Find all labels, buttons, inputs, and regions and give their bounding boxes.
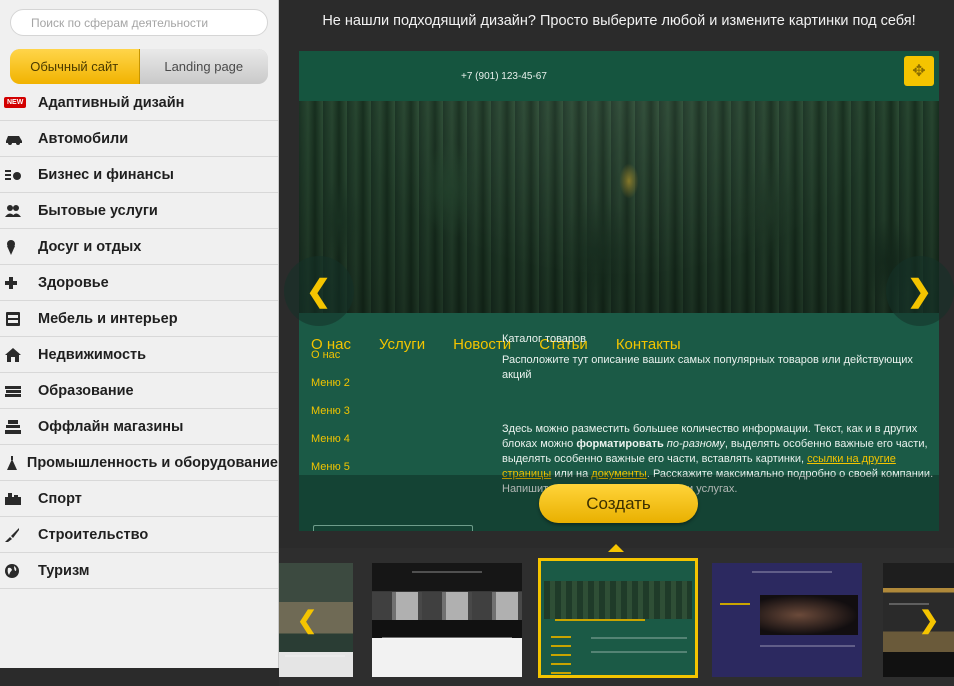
category-label: Промышленность и оборудование <box>26 454 278 471</box>
site-type-switch: Обычный сайт Landing page <box>10 49 268 84</box>
catalog-title: Каталог товаров <box>502 333 586 345</box>
create-button[interactable]: Создать <box>539 484 698 523</box>
house-icon <box>0 347 38 363</box>
thumb-text-line <box>720 603 750 605</box>
thumb-image <box>372 592 522 620</box>
factory-icon <box>0 455 27 471</box>
category-label: Бытовые услуги <box>38 202 158 219</box>
category-label: Спорт <box>38 490 82 507</box>
category-sidebar: Обычный сайт Landing page NEW Адаптивный… <box>0 0 279 668</box>
category-label: Адаптивный дизайн <box>38 94 185 111</box>
ice-cream-icon <box>0 239 38 255</box>
books-icon <box>0 384 38 398</box>
landing-page-tab[interactable]: Landing page <box>139 49 268 84</box>
new-badge-icon: NEW <box>0 97 38 108</box>
people-icon <box>0 204 38 218</box>
template-thumbnail[interactable] <box>712 563 862 677</box>
category-label: Туризм <box>38 562 90 579</box>
category-label: Бизнес и финансы <box>38 166 174 183</box>
category-label: Строительство <box>38 526 149 543</box>
body-text-bold: форматировать <box>576 438 664 450</box>
body-text-italic: по-разному <box>666 438 725 450</box>
thumb-text-line <box>752 571 832 573</box>
category-label: Образование <box>38 382 134 399</box>
page-headline: Не нашли подходящий дизайн? Просто выбер… <box>322 13 916 29</box>
thumb-text-line <box>285 655 345 657</box>
forest-banner-image <box>299 101 939 313</box>
category-label: Оффлайн магазины <box>38 418 184 435</box>
category-label: Мебель и интерьер <box>38 310 178 327</box>
brush-icon <box>0 527 38 543</box>
thumb-text-line <box>760 645 855 647</box>
category-label: Автомобили <box>38 130 129 147</box>
preview-side-menu-item[interactable]: Меню 2 <box>311 377 350 405</box>
template-thumbnail[interactable] <box>372 563 522 677</box>
thumb-text-line <box>591 637 687 639</box>
category-sport[interactable]: Спорт <box>0 481 278 517</box>
preview-header: +7 (901) 123-45-67 <box>299 51 939 101</box>
category-furniture[interactable]: Мебель и интерьер <box>0 301 278 337</box>
category-adaptive-design[interactable]: NEW Адаптивный дизайн <box>0 85 278 121</box>
selected-pointer-icon <box>608 544 624 552</box>
preview-prev-arrow-icon[interactable]: ❮ <box>284 256 354 326</box>
category-label: Досуг и отдых <box>38 238 142 255</box>
template-preview: +7 (901) 123-45-67 ✥ О нас Услуги Новост… <box>299 51 939 531</box>
thumb-image <box>544 581 692 619</box>
preview-side-menu-item[interactable]: Меню 4 <box>311 433 350 461</box>
search-input[interactable] <box>10 9 268 36</box>
new-badge: NEW <box>4 97 27 108</box>
thumbs-prev-arrow-icon[interactable]: ❮ <box>294 602 320 638</box>
globe-icon <box>0 563 38 579</box>
catalog-description: Расположите тут описание ваших самых поп… <box>502 354 913 381</box>
category-label: Здоровье <box>38 274 109 291</box>
category-real-estate[interactable]: Недвижимость <box>0 337 278 373</box>
category-list: NEW Адаптивный дизайн Автомобили Бизнес … <box>0 85 278 589</box>
category-industry[interactable]: Промышленность и оборудование <box>0 445 278 481</box>
template-thumbnail-selected[interactable] <box>538 558 698 678</box>
preview-side-menu: О нас Меню 2 Меню 3 Меню 4 Меню 5 <box>311 349 350 489</box>
thumb-text-line <box>382 637 512 639</box>
category-household-services[interactable]: Бытовые услуги <box>0 193 278 229</box>
thumbs-next-arrow-icon[interactable]: ❯ <box>916 602 942 638</box>
preview-next-arrow-icon[interactable]: ❯ <box>886 256 954 326</box>
category-label: Недвижимость <box>38 346 147 363</box>
category-tourism[interactable]: Туризм <box>0 553 278 589</box>
thumb-text-line <box>591 651 687 653</box>
category-health[interactable]: Здоровье <box>0 265 278 301</box>
expand-icon[interactable]: ✥ <box>904 56 934 86</box>
category-cars[interactable]: Автомобили <box>0 121 278 157</box>
category-offline-shops[interactable]: Оффлайн магазины <box>0 409 278 445</box>
preview-side-menu-item[interactable]: Меню 3 <box>311 405 350 433</box>
preview-side-menu-item[interactable]: О нас <box>311 349 350 377</box>
thumb-text-line <box>412 571 482 573</box>
thumb-image <box>760 595 858 635</box>
shop-icon <box>0 419 38 435</box>
preview-outline-box <box>313 525 473 531</box>
cross-icon <box>0 276 38 290</box>
preview-phone: +7 (901) 123-45-67 <box>461 71 547 82</box>
category-business-finance[interactable]: Бизнес и финансы <box>0 157 278 193</box>
finance-icon <box>0 168 38 182</box>
sport-icon <box>0 492 38 506</box>
furniture-icon <box>0 311 38 327</box>
preview-content: Каталог товаров Расположите тут описание… <box>502 332 938 497</box>
category-leisure[interactable]: Досуг и отдых <box>0 229 278 265</box>
regular-site-tab[interactable]: Обычный сайт <box>10 49 140 84</box>
thumb-menu <box>551 629 571 675</box>
category-education[interactable]: Образование <box>0 373 278 409</box>
car-icon <box>0 133 38 145</box>
preview-nav-item[interactable]: Услуги <box>379 336 425 353</box>
category-construction[interactable]: Строительство <box>0 517 278 553</box>
thumb-text-line <box>555 619 645 621</box>
